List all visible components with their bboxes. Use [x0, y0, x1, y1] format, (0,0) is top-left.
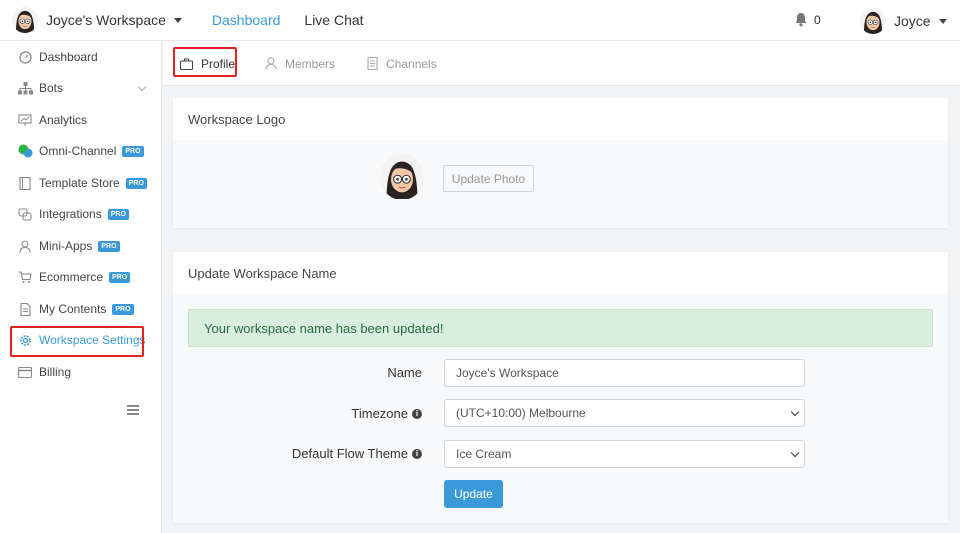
flow-theme-select[interactable]: Ice Cream — [444, 440, 805, 468]
sidebar-item-label: Template Store — [39, 176, 120, 190]
chat-bubbles-icon — [17, 143, 33, 159]
workspace-switcher[interactable]: Joyce's Workspace — [12, 7, 182, 33]
nav-dashboard[interactable]: Dashboard — [212, 12, 281, 28]
sidebar-item-label: Omni-Channel — [39, 144, 117, 158]
sidebar-item-billing[interactable]: Billing — [0, 358, 162, 386]
info-icon: i — [412, 448, 422, 459]
gauge-icon — [17, 49, 33, 65]
timezone-select[interactable]: (UTC+10:00) Melbourne — [444, 399, 805, 427]
workspace-logo-image — [380, 154, 424, 200]
user-avatar — [860, 8, 886, 34]
timezone-select-value: (UTC+10:00) Melbourne — [456, 406, 586, 420]
top-nav: Dashboard Live Chat — [212, 12, 388, 28]
sidebar-item-ecommerce[interactable]: Ecommerce PRO — [0, 263, 162, 291]
chevron-down-icon — [790, 407, 800, 417]
user-icon — [265, 57, 277, 70]
timezone-label: Timezone i — [351, 406, 422, 421]
sidebar-item-label: Dashboard — [39, 50, 98, 64]
sidebar-item-omni-channel[interactable]: Omni-Channel PRO — [0, 137, 162, 165]
success-alert: Your workspace name has been updated! — [188, 309, 933, 347]
timezone-label-text: Timezone — [351, 406, 408, 421]
sidebar-item-label: My Contents — [39, 302, 107, 316]
pro-badge: PRO — [107, 208, 129, 220]
flow-theme-label-text: Default Flow Theme — [291, 446, 408, 461]
cart-icon — [17, 269, 33, 285]
top-bar: Joyce's Workspace Dashboard Live Chat 0 … — [0, 0, 960, 41]
notification-count: 0 — [814, 12, 821, 27]
name-label-text: Name — [387, 365, 422, 380]
document-icon — [367, 57, 378, 70]
sidebar-item-integrations[interactable]: Integrations PRO — [0, 200, 162, 228]
chart-board-icon — [17, 112, 33, 128]
sidebar-item-analytics[interactable]: Analytics — [0, 106, 162, 134]
sidebar-item-my-contents[interactable]: My Contents PRO — [0, 295, 162, 323]
sidebar-item-dashboard[interactable]: Dashboard — [0, 43, 162, 71]
workspace-name-card: Update Workspace Name Your workspace nam… — [173, 252, 948, 523]
sidebar-item-template-store[interactable]: Template Store PRO — [0, 169, 162, 197]
credit-card-icon — [17, 364, 33, 380]
sidebar-item-label: Billing — [39, 365, 72, 379]
user-name: Joyce — [894, 13, 931, 29]
bell-icon — [795, 13, 807, 27]
caret-down-icon — [938, 18, 947, 24]
update-photo-button[interactable]: Update Photo — [443, 165, 534, 192]
sidebar-item-mini-apps[interactable]: Mini-Apps PRO — [0, 232, 162, 260]
update-button[interactable]: Update — [444, 480, 503, 508]
settings-tabs: Profile Members Channels — [163, 41, 960, 86]
pro-badge: PRO — [125, 177, 147, 189]
pro-badge: PRO — [109, 271, 131, 283]
card-body — [173, 140, 948, 228]
tab-label: Channels — [386, 56, 437, 71]
pro-badge: PRO — [112, 303, 134, 315]
name-label: Name — [387, 365, 422, 380]
user-icon — [17, 238, 33, 254]
sidebar-item-label: Integrations — [39, 207, 102, 221]
workspace-avatar — [12, 7, 38, 33]
notifications[interactable]: 0 — [794, 12, 821, 27]
card-title: Workspace Logo — [173, 98, 948, 140]
card-title: Update Workspace Name — [173, 252, 948, 294]
chevron-down-icon — [137, 82, 147, 92]
nav-live-chat[interactable]: Live Chat — [304, 12, 363, 28]
sidebar-item-label: Ecommerce — [39, 270, 104, 284]
tab-members[interactable]: Members — [265, 41, 335, 86]
info-icon: i — [412, 408, 422, 419]
sitemap-icon — [17, 80, 33, 96]
user-menu[interactable]: Joyce — [860, 8, 947, 34]
tab-channels[interactable]: Channels — [367, 41, 437, 86]
integrations-icon — [17, 206, 33, 222]
document-icon — [17, 301, 33, 317]
hamburger-icon[interactable] — [127, 405, 139, 415]
caret-down-icon — [173, 17, 182, 23]
chevron-down-icon — [790, 448, 800, 458]
highlight-box — [10, 326, 144, 357]
highlight-box — [173, 47, 237, 77]
flow-theme-label: Default Flow Theme i — [292, 446, 422, 461]
flow-theme-select-value: Ice Cream — [456, 447, 512, 461]
name-input[interactable]: Joyce's Workspace — [444, 359, 805, 387]
sidebar-item-label: Bots — [39, 81, 64, 95]
name-input-value: Joyce's Workspace — [456, 366, 559, 380]
pro-badge: PRO — [98, 240, 120, 252]
workspace-name: Joyce's Workspace — [46, 12, 166, 28]
tab-label: Members — [285, 56, 336, 71]
sidebar-item-bots[interactable]: Bots — [0, 74, 162, 102]
workspace-logo-card: Workspace Logo Update Photo — [173, 98, 948, 228]
sidebar-item-label: Analytics — [39, 113, 88, 127]
book-icon — [17, 175, 33, 191]
sidebar-item-label: Mini-Apps — [39, 239, 93, 253]
pro-badge: PRO — [122, 145, 144, 157]
sidebar: Dashboard Bots Analytics Omni-Channel PR… — [0, 41, 162, 533]
